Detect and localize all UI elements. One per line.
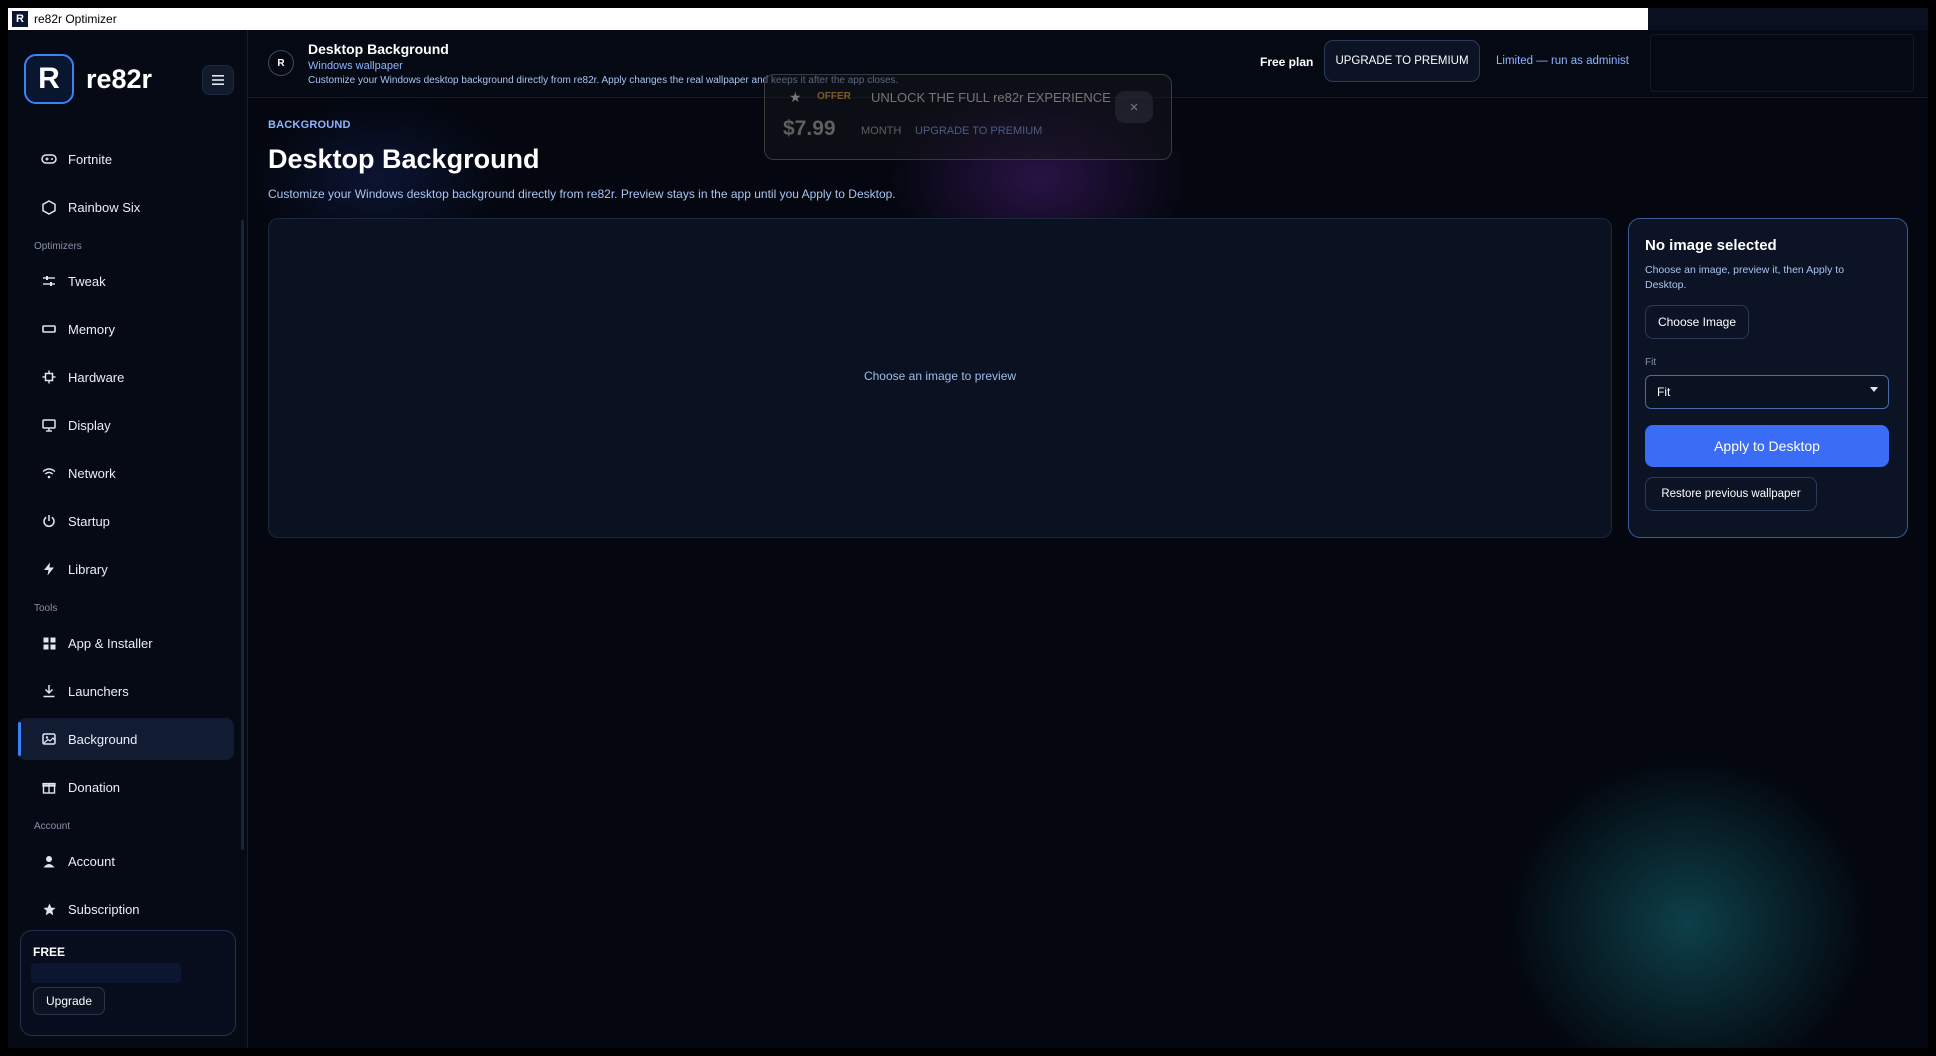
user-icon (40, 852, 58, 870)
offer-badge: OFFER (817, 91, 851, 102)
chip-icon (40, 368, 58, 386)
sidebar-item-label: Startup (68, 513, 110, 529)
preview-empty-text: Choose an image to preview (863, 369, 1017, 383)
sidebar-item-label: Subscription (68, 901, 140, 917)
sidebar-scrollbar[interactable] (241, 220, 244, 850)
admin-status-text: Limited — run as administ (1496, 55, 1629, 67)
bolt-icon (40, 560, 58, 578)
panel-description: Choose an image, preview it, then Apply … (1645, 264, 1845, 291)
sidebar-item-rainbow-six[interactable]: Rainbow Six (18, 186, 234, 228)
plan-status: Free plan (1260, 55, 1314, 69)
page-title: Desktop Background (268, 144, 540, 174)
page-description: Customize your Windows desktop backgroun… (268, 187, 896, 201)
memory-icon (40, 320, 58, 338)
background-glow (1508, 758, 1868, 1048)
star-icon: ★ (789, 89, 802, 105)
power-icon (40, 512, 58, 530)
fit-label: Fit (1645, 357, 1657, 368)
sidebar-item-startup[interactable]: Startup (18, 500, 234, 542)
sidebar-item-label: Tweak (68, 273, 106, 289)
sidebar-item-hardware[interactable]: Hardware (18, 356, 234, 398)
sidebar-item-app-installer[interactable]: App & Installer (18, 622, 234, 664)
header-title: Desktop Background (308, 41, 449, 57)
sidebar-item-background[interactable]: Background (18, 718, 234, 760)
app-icon: R (12, 11, 28, 27)
sliders-icon (40, 272, 58, 290)
sidebar-item-memory[interactable]: Memory (18, 308, 234, 350)
star-icon (40, 900, 58, 918)
sidebar-item-library[interactable]: Library (18, 548, 234, 590)
brand[interactable]: R re82r (24, 54, 152, 104)
offer-upgrade-link[interactable]: UPGRADE TO PREMIUM (915, 125, 1042, 137)
menu-toggle-button[interactable] (202, 65, 234, 95)
plan-name: FREE (33, 945, 66, 959)
offer-headline: UNLOCK THE FULL re82r EXPERIENCE (871, 90, 1111, 105)
sidebar-item-donation[interactable]: Donation (18, 766, 234, 808)
gift-icon (40, 778, 58, 796)
sidebar-item-account[interactable]: Account (18, 840, 234, 882)
hamburger-icon (212, 75, 224, 85)
upgrade-premium-button[interactable]: UPGRADE TO PREMIUM (1324, 40, 1480, 82)
close-icon[interactable]: × (1115, 91, 1153, 123)
brand-logo: R (24, 54, 74, 104)
section-label-account: Account (34, 820, 71, 832)
section-label-tools: Tools (34, 602, 58, 614)
section-label-optimizers: Optimizers (34, 240, 82, 252)
page-eyebrow: BACKGROUND (268, 119, 351, 131)
window-titlebar: R re82r Optimizer (8, 8, 1928, 44)
window-title: re82r Optimizer (34, 12, 117, 26)
sidebar-item-label: Hardware (68, 369, 125, 385)
grid-icon (40, 634, 58, 652)
plan-card: FREE Upgrade (20, 930, 236, 1036)
gamepad-icon (40, 150, 58, 168)
main-content: BACKGROUND Desktop Background Customize … (248, 78, 1928, 1048)
brand-name: re82r (86, 63, 153, 94)
sidebar-item-display[interactable]: Display (18, 404, 234, 446)
monitor-icon (40, 416, 58, 434)
wifi-icon (40, 464, 58, 482)
sidebar-item-label: Launchers (68, 683, 129, 699)
sidebar-item-label: Library (68, 561, 108, 577)
sidebar-item-label: Background (68, 731, 138, 747)
sidebar-item-launchers[interactable]: Launchers (18, 670, 234, 712)
choose-image-button[interactable]: Choose Image (1645, 305, 1749, 339)
download-icon (40, 682, 58, 700)
sidebar-nav: Fortnite Rainbow Six Optimizers Tweak Me (18, 138, 234, 936)
sidebar-item-label: Memory (68, 321, 115, 337)
sidebar-item-label: Rainbow Six (68, 199, 141, 215)
fit-select-value: Fit (1657, 385, 1671, 399)
sidebar-item-tweak[interactable]: Tweak (18, 260, 234, 302)
sidebar-item-label: Donation (68, 779, 121, 795)
wallpaper-settings-panel: No image selected Choose an image, previ… (1628, 218, 1908, 538)
upgrade-button[interactable]: Upgrade (33, 987, 105, 1015)
sidebar-item-label: Network (68, 465, 116, 481)
sidebar-item-label: App & Installer (68, 635, 153, 651)
sidebar-item-network[interactable]: Network (18, 452, 234, 494)
hexagon-icon (40, 198, 58, 216)
app-window: R re82r Fortnite Rainbow Six Optimizers (8, 30, 1928, 1048)
restore-wallpaper-button[interactable]: Restore previous wallpaper (1645, 477, 1817, 511)
offer-period: MONTH (861, 125, 902, 137)
plan-details-redacted (31, 963, 181, 983)
fit-select[interactable]: Fit (1645, 375, 1889, 409)
sidebar: R re82r Fortnite Rainbow Six Optimizers (8, 30, 248, 1048)
sidebar-item-label: Account (68, 853, 115, 869)
chevron-down-icon (1870, 387, 1878, 392)
offer-price: $7.99 (783, 117, 836, 140)
apply-to-desktop-button[interactable]: Apply to Desktop (1645, 425, 1889, 467)
sidebar-item-label: Display (68, 417, 111, 433)
sidebar-item-subscription[interactable]: Subscription (18, 888, 234, 930)
image-icon (40, 730, 58, 748)
panel-title: No image selected (1645, 237, 1777, 254)
wallpaper-preview-area[interactable]: Choose an image to preview (268, 218, 1612, 538)
sidebar-item-fortnite[interactable]: Fortnite (18, 138, 234, 180)
offer-popup[interactable]: ★ OFFER UNLOCK THE FULL re82r EXPERIENCE… (764, 74, 1172, 160)
header-subtitle: Windows wallpaper (308, 60, 403, 72)
sidebar-item-label: Fortnite (68, 151, 113, 167)
avatar[interactable]: R (268, 50, 294, 76)
header-right-area (1650, 34, 1914, 92)
